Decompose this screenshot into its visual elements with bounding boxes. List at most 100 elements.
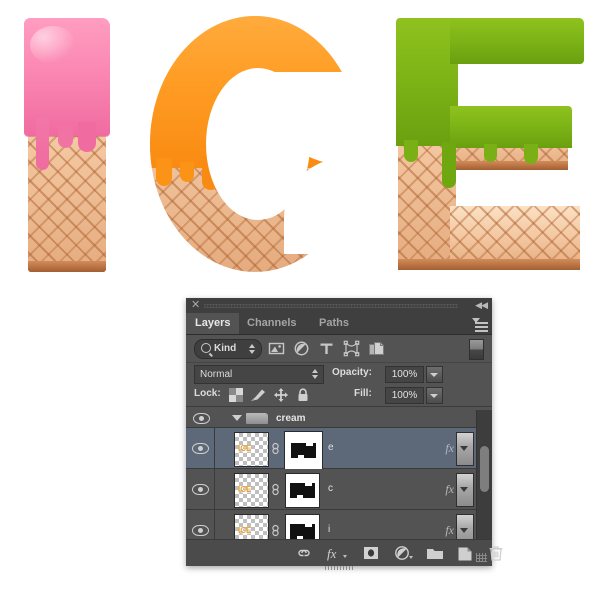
layer-name-e[interactable]: e <box>328 442 334 453</box>
group-name[interactable]: cream <box>276 411 305 426</box>
filter-type-icon[interactable] <box>318 340 335 357</box>
filter-adjustment-icon[interactable] <box>293 340 310 357</box>
lock-all-icon[interactable] <box>296 388 310 402</box>
letter-c-artwork <box>150 16 370 272</box>
lock-label: Lock: <box>194 388 221 399</box>
layer-thumbnail-text-e: ICE <box>238 444 252 453</box>
opacity-label: Opacity: <box>332 367 373 378</box>
letter-i-drip-1 <box>36 118 49 170</box>
filter-pixel-icon[interactable] <box>268 340 285 357</box>
filter-kind-label: Kind <box>214 343 237 354</box>
layers-list[interactable]: cream ICE e fx ICE c fx ICE i fx <box>186 410 492 540</box>
lock-image-icon[interactable] <box>250 388 267 402</box>
layer-mask-thumbnail-i[interactable] <box>285 514 320 540</box>
layer-fx-indicator-c[interactable]: fx <box>445 482 454 497</box>
fill-value[interactable]: 100% <box>385 387 424 404</box>
letter-i-artwork <box>24 18 110 272</box>
letter-e-artwork <box>396 18 584 270</box>
panel-resize-grip[interactable] <box>476 553 487 562</box>
link-layers-icon[interactable] <box>296 545 312 561</box>
lock-row: Lock: Fill: 100% <box>186 385 492 407</box>
layer-fx-expand-button-c[interactable] <box>456 473 474 507</box>
layer-visibility-icon-e[interactable] <box>192 443 209 454</box>
layer-mask-thumbnail-c[interactable] <box>285 473 320 508</box>
layer-fx-indicator-e[interactable]: fx <box>445 441 454 456</box>
layer-fx-expand-button-e[interactable] <box>456 432 474 466</box>
new-group-icon[interactable] <box>426 545 444 561</box>
layer-style-fx-icon[interactable]: fx <box>326 545 348 561</box>
group-visibility-icon[interactable] <box>193 413 210 424</box>
layer-thumbnail-text-c: ICE <box>238 485 252 494</box>
letter-e-drip-4 <box>524 144 538 164</box>
tab-layers[interactable]: Layers <box>186 313 240 334</box>
layers-panel: ✕ ◀◀ Layers Channels Paths Kind Normal O… <box>186 298 503 570</box>
panel-menu-icon[interactable] <box>472 317 488 332</box>
layer-mask-link-icon-c[interactable] <box>271 483 280 496</box>
letter-i-drip-2 <box>58 126 73 148</box>
tab-channels[interactable]: Channels <box>238 313 306 334</box>
panel-tabs: Layers Channels Paths <box>186 313 492 335</box>
layers-scrollbar-thumb[interactable] <box>480 446 489 492</box>
layers-bottom-toolbar: fx <box>186 539 503 570</box>
layer-thumbnail-e[interactable]: ICE <box>234 432 269 467</box>
layer-group-row-cream[interactable]: cream <box>186 410 492 428</box>
layer-thumbnail-i[interactable]: ICE <box>234 514 269 540</box>
layer-mask-link-icon-i[interactable] <box>271 524 280 537</box>
layer-name-c[interactable]: c <box>328 483 333 494</box>
layer-fx-expand-button-i[interactable] <box>456 514 474 540</box>
layer-row-i[interactable]: ICE i fx <box>186 510 492 540</box>
letter-c-drip-2 <box>180 162 194 182</box>
letter-i-crust <box>28 261 106 272</box>
layer-visibility-icon-i[interactable] <box>192 525 209 536</box>
filter-enable-toggle[interactable] <box>469 339 484 360</box>
letter-e-drip-1 <box>404 140 418 162</box>
screenshot-root: ✕ ◀◀ Layers Channels Paths Kind Normal O… <box>0 0 600 605</box>
layer-row-e[interactable]: ICE e fx <box>186 428 492 470</box>
panel-bottom-grip[interactable] <box>325 566 353 570</box>
layer-visibility-icon-c[interactable] <box>192 484 209 495</box>
add-layer-mask-icon[interactable] <box>363 545 379 561</box>
chevron-updown-icon <box>312 369 318 379</box>
lock-transparency-icon[interactable] <box>229 388 243 402</box>
filter-kind-dropdown[interactable]: Kind <box>194 339 262 359</box>
layer-thumbnail-c[interactable]: ICE <box>234 473 269 508</box>
layers-scrollbar[interactable] <box>476 410 492 540</box>
updown-arrows-icon <box>249 344 255 354</box>
group-expand-chevron-icon[interactable] <box>232 415 242 421</box>
letter-i-drip-3 <box>78 122 96 152</box>
fill-dropdown-icon[interactable] <box>426 387 443 404</box>
blend-mode-row: Normal Opacity: 100% <box>186 363 492 385</box>
letter-e-arm-bottom-crust <box>450 259 580 270</box>
blend-mode-value: Normal <box>200 369 233 380</box>
filter-smartobject-icon[interactable] <box>368 340 385 357</box>
tab-paths[interactable]: Paths <box>310 313 358 334</box>
layer-fx-indicator-i[interactable]: fx <box>445 523 454 538</box>
letter-e-icing-arm-middle <box>450 106 572 148</box>
letter-e-icing-stem <box>396 18 458 146</box>
search-icon <box>201 343 211 353</box>
new-layer-icon[interactable] <box>457 545 473 561</box>
panel-titlebar: ✕ ◀◀ <box>186 298 492 313</box>
blend-mode-dropdown[interactable]: Normal <box>194 365 324 384</box>
letter-e-stem-crust <box>398 259 456 270</box>
collapse-panel-icon[interactable]: ◀◀ <box>475 300 488 311</box>
layer-mask-thumbnail-e[interactable] <box>284 431 323 470</box>
layer-thumbnail-text-i: ICE <box>238 526 252 535</box>
panel-drag-grip[interactable] <box>204 304 458 308</box>
lock-position-icon[interactable] <box>274 388 288 402</box>
filter-shape-icon[interactable] <box>343 340 360 357</box>
ice-artwork <box>0 0 600 290</box>
opacity-value[interactable]: 100% <box>385 366 424 383</box>
svg-text:fx: fx <box>327 546 337 561</box>
delete-layer-icon[interactable] <box>488 545 504 561</box>
layer-name-i[interactable]: i <box>328 524 330 535</box>
opacity-dropdown-icon[interactable] <box>426 366 443 383</box>
letter-e-arm-bottom <box>450 206 580 270</box>
close-icon[interactable]: ✕ <box>191 299 200 312</box>
letter-c-drip-1 <box>156 158 172 186</box>
layer-row-c[interactable]: ICE c fx <box>186 469 492 510</box>
new-adjustment-layer-icon[interactable] <box>394 545 414 561</box>
letter-e-drip-2 <box>442 142 456 188</box>
layer-mask-link-icon-e[interactable] <box>271 442 280 455</box>
fill-label: Fill: <box>354 388 372 399</box>
